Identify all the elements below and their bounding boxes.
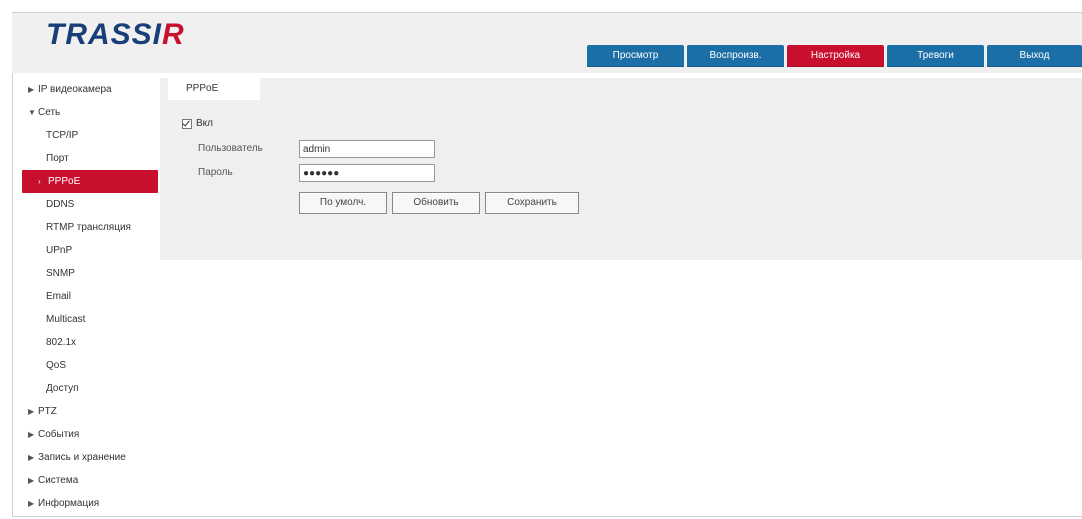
sidebar-item-system[interactable]: ▶ Система — [18, 469, 158, 492]
caret-right-icon: ▶ — [28, 476, 35, 485]
sidebar-item-pppoe[interactable]: › PPPoE — [22, 170, 158, 193]
refresh-button[interactable]: Обновить — [392, 192, 480, 214]
nav-tab-logout[interactable]: Выход — [987, 45, 1082, 67]
sidebar-item-multicast[interactable]: Multicast — [18, 308, 158, 331]
sidebar-item-ip-camera[interactable]: ▶ IP видеокамера — [18, 78, 158, 101]
caret-right-icon: ▶ — [28, 499, 35, 508]
sidebar-item-events[interactable]: ▶ События — [18, 423, 158, 446]
password-label: Пароль — [198, 167, 233, 178]
username-field[interactable] — [299, 140, 435, 158]
sidebar-item-8021x[interactable]: 802.1x — [18, 331, 158, 354]
caret-down-icon: ▼ — [28, 108, 36, 117]
enable-label: Вкл — [196, 118, 213, 129]
tab-pppoe[interactable]: PPPoE — [168, 78, 260, 100]
enable-checkbox[interactable] — [182, 118, 192, 129]
caret-right-icon: › — [38, 177, 41, 186]
nav-tab-live[interactable]: Просмотр — [587, 45, 684, 67]
caret-right-icon: ▶ — [28, 453, 35, 462]
sidebar-item-rtmp[interactable]: RTMP трансляция — [18, 216, 158, 239]
sidebar-item-ptz[interactable]: ▶ PTZ — [18, 400, 158, 423]
sidebar-item-upnp[interactable]: UPnP — [18, 239, 158, 262]
password-field[interactable] — [299, 164, 435, 182]
sidebar-item-network[interactable]: ▼ Сеть — [18, 101, 158, 124]
sidebar-item-snmp[interactable]: SNMP — [18, 262, 158, 285]
sidebar-item-port[interactable]: Порт — [18, 147, 158, 170]
nav-tab-alarms[interactable]: Тревоги — [887, 45, 984, 67]
caret-right-icon: ▶ — [28, 407, 35, 416]
sidebar-item-qos[interactable]: QoS — [18, 354, 158, 377]
sidebar: ▶ IP видеокамера ▼ Сеть TCP/IP Порт › PPPoE… — [18, 78, 158, 515]
nav-tab-settings[interactable]: Настройка — [787, 45, 884, 67]
username-label: Пользователь — [198, 143, 263, 154]
sidebar-item-ddns[interactable]: DDNS — [18, 193, 158, 216]
save-button[interactable]: Сохранить — [485, 192, 579, 214]
trassir-logo: TRASSIR — [46, 18, 185, 51]
sidebar-item-tcpip[interactable]: TCP/IP — [18, 124, 158, 147]
default-button[interactable]: По умолч. — [299, 192, 387, 214]
caret-right-icon: ▶ — [28, 85, 35, 94]
nav-tab-playback[interactable]: Воспроизв. — [687, 45, 784, 67]
sidebar-item-information[interactable]: ▶ Информация — [18, 492, 158, 515]
sidebar-item-storage[interactable]: ▶ Запись и хранение — [18, 446, 158, 469]
caret-right-icon: ▶ — [28, 430, 35, 439]
sidebar-item-access[interactable]: Доступ — [18, 377, 158, 400]
sidebar-item-email[interactable]: Email — [18, 285, 158, 308]
enable-row: Вкл — [182, 118, 213, 129]
